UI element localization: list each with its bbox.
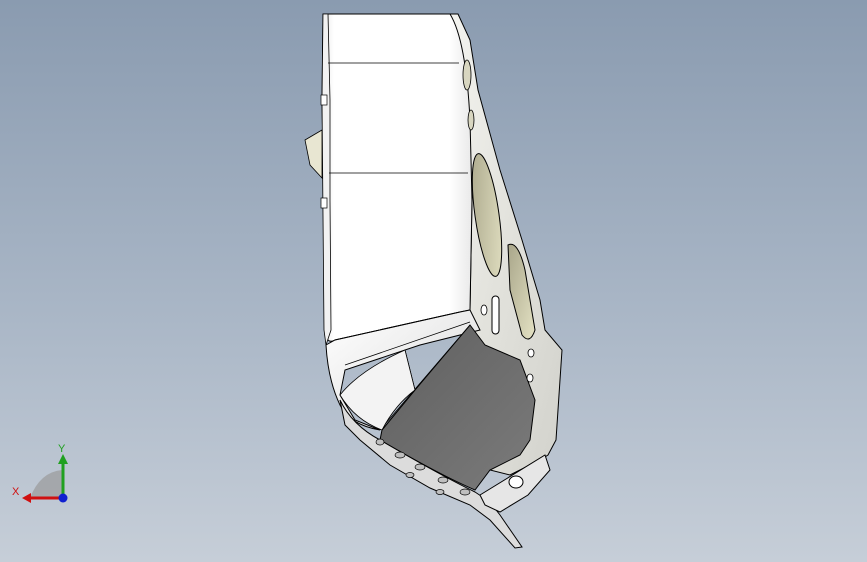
tab-hole — [508, 475, 524, 489]
left-tab — [304, 129, 323, 180]
graphics-viewport[interactable]: Y X — [0, 0, 867, 562]
coordinate-triad: Y X — [12, 443, 68, 503]
y-axis-label: Y — [58, 443, 66, 455]
sheet-metal-bracket-model[interactable] — [0, 0, 867, 562]
x-axis-label: X — [12, 486, 20, 498]
slot-hole-1 — [491, 295, 500, 335]
